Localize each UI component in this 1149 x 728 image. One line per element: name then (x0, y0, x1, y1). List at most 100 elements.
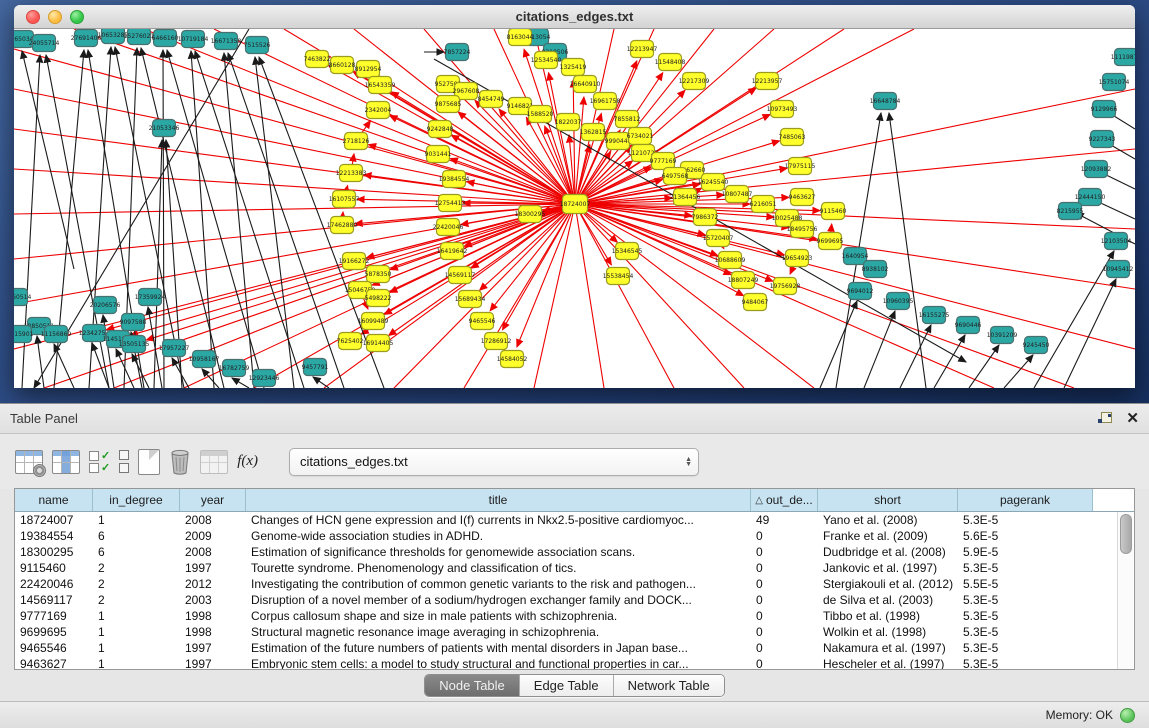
graph-node[interactable]: 5878350 (365, 266, 392, 283)
graph-node[interactable]: 11119871 (1111, 49, 1135, 66)
graph-node[interactable]: 8454749 (478, 91, 505, 108)
table-row[interactable]: 911546021997Tourette syndrome. Phenomeno… (15, 560, 1134, 576)
column-header-pagerank[interactable]: pagerank (958, 489, 1093, 511)
function-builder-icon[interactable]: f(x) (237, 453, 258, 470)
graph-node[interactable]: 12217309 (679, 73, 710, 90)
graph-node[interactable]: 15720407 (703, 230, 734, 247)
network-canvas[interactable]: 1872400718650341240557142769140610653287… (14, 29, 1135, 388)
graph-node[interactable]: 16782759 (219, 360, 250, 377)
table-settings-icon[interactable] (15, 450, 43, 474)
graph-node[interactable]: 12213957 (752, 73, 783, 90)
graph-node[interactable]: 16648784 (870, 93, 901, 110)
graph-node[interactable]: 20206576 (90, 297, 121, 314)
graph-node[interactable]: 16107557 (329, 191, 360, 208)
table-row[interactable]: 1830029562008Estimation of significance … (15, 544, 1134, 560)
graph-node[interactable]: 7857224 (444, 44, 471, 61)
graph-node[interactable]: 7463822 (304, 51, 331, 68)
column-header-indegree[interactable]: in_degree (93, 489, 180, 511)
graph-node[interactable]: 6466160 (152, 30, 179, 47)
graph-node[interactable]: 12103504 (1101, 233, 1132, 250)
graph-node[interactable]: 10958167 (189, 351, 220, 368)
graph-node[interactable]: 10960395 (883, 293, 914, 310)
node-table[interactable]: namein_degreeyeartitle△out_de...shortpag… (14, 488, 1135, 670)
graph-node[interactable]: 9242848 (427, 121, 454, 138)
memory-status-indicator[interactable] (1120, 708, 1135, 723)
graph-node[interactable]: 15689434 (455, 291, 486, 308)
window-minimize-button[interactable] (48, 10, 62, 24)
graph-node[interactable]: 3915901 (14, 326, 34, 343)
column-header-outde[interactable]: △out_de... (751, 489, 818, 511)
graph-node[interactable]: 7485063 (779, 129, 806, 146)
graph-node[interactable]: 16419642 (437, 243, 468, 260)
graph-node[interactable]: 6734021 (627, 128, 654, 145)
graph-node[interactable]: 17975115 (785, 158, 816, 175)
graph-node[interactable]: 18495756 (787, 221, 818, 238)
graph-node[interactable]: 5498222 (365, 290, 392, 307)
column-header-year[interactable]: year (180, 489, 246, 511)
graph-node[interactable]: 7515526 (244, 37, 271, 54)
graph-node[interactable]: 16640910 (570, 76, 601, 93)
network-view-window[interactable]: citations_edges.txt 18724007186503412405… (14, 5, 1135, 388)
graph-node[interactable]: 9031441 (425, 146, 452, 163)
graph-node[interactable]: 9690446 (955, 317, 982, 334)
graph-node[interactable]: 14584052 (497, 351, 528, 368)
graph-node[interactable]: 6497568 (662, 168, 689, 185)
graph-node[interactable]: 12923446 (249, 370, 280, 387)
graph-node[interactable]: 9875685 (435, 96, 462, 113)
graph-node[interactable]: 8163044 (507, 29, 534, 46)
table-row[interactable]: 1872400712008Changes of HCN gene express… (15, 512, 1134, 528)
close-icon[interactable]: ✕ (1126, 411, 1139, 426)
graph-node[interactable]: 10719184 (178, 31, 209, 48)
table-header-row[interactable]: namein_degreeyeartitle△out_de...shortpag… (15, 489, 1134, 512)
graph-node[interactable]: 7855812 (614, 111, 641, 128)
tab-node-table[interactable]: Node Table (425, 675, 520, 696)
column-header-title[interactable]: title (246, 489, 751, 511)
select-columns-icon[interactable]: ✓ ✓ (89, 451, 110, 473)
graph-node[interactable]: 24055714 (29, 35, 60, 52)
graph-node[interactable]: 12093882 (1081, 161, 1112, 178)
graph-node[interactable]: 7625402 (337, 333, 364, 350)
tab-edge-table[interactable]: Edge Table (520, 675, 614, 696)
graph-node[interactable]: 1822037 (555, 114, 582, 131)
graph-node[interactable]: 9699695 (817, 233, 844, 250)
graph-node[interactable]: 12213947 (627, 41, 658, 58)
table-row[interactable]: 1938455462009Genome-wide association stu… (15, 528, 1134, 544)
float-window-icon[interactable] (1098, 412, 1112, 425)
window-close-button[interactable] (26, 10, 40, 24)
graph-node[interactable]: 11156869 (41, 326, 72, 343)
graph-node[interactable]: 14569117 (445, 267, 476, 284)
graph-node[interactable]: 19166272 (339, 253, 370, 270)
graph-node[interactable]: 9457791 (302, 359, 329, 376)
graph-node[interactable]: 10688609 (715, 252, 746, 269)
graph-node[interactable]: 1588520 (527, 106, 554, 123)
graph-node[interactable]: 10973493 (767, 101, 798, 118)
graph-node[interactable]: 10807487 (722, 186, 753, 203)
table-row[interactable]: 969969511998Structural magnetic resonanc… (15, 624, 1134, 640)
graph-node[interactable]: 16245540 (698, 174, 729, 191)
graph-node[interactable]: 26160514 (14, 289, 31, 306)
graph-node[interactable]: 2342004 (365, 102, 392, 119)
graph-node[interactable]: 22420046 (433, 219, 464, 236)
table-row[interactable]: 1456911722003Disruption of a novel membe… (15, 592, 1134, 608)
graph-node[interactable]: 8215955 (1057, 203, 1084, 220)
graph-node[interactable]: 19654923 (782, 250, 813, 267)
table-row[interactable]: 946362711997Embryonic stem cells: a mode… (15, 656, 1134, 670)
graph-node[interactable]: 12534540 (531, 52, 562, 69)
graph-node[interactable]: 9227343 (1089, 131, 1116, 148)
graph-node[interactable]: 15346545 (612, 243, 643, 260)
graph-node[interactable]: 18807249 (728, 272, 759, 289)
scrollbar-thumb[interactable] (1120, 514, 1132, 554)
graph-node[interactable]: 16914405 (363, 335, 394, 352)
graph-node[interactable]: 16543359 (365, 77, 396, 94)
graph-node[interactable]: 11548408 (655, 54, 686, 71)
rows-icon[interactable] (119, 450, 129, 473)
graph-node[interactable]: 21364456 (670, 189, 701, 206)
graph-node[interactable]: 17359924 (135, 289, 166, 306)
graph-node[interactable]: 10945412 (1103, 261, 1134, 278)
graph-node[interactable]: 17462880 (327, 217, 358, 234)
graph-node[interactable]: 15276021 (124, 29, 155, 45)
graph-node[interactable]: 1362815 (580, 124, 607, 141)
graph-node[interactable]: 12754413 (435, 195, 466, 212)
graph-node[interactable]: 7986372 (692, 209, 719, 226)
graph-hub-node[interactable]: 18724007 (560, 195, 591, 214)
